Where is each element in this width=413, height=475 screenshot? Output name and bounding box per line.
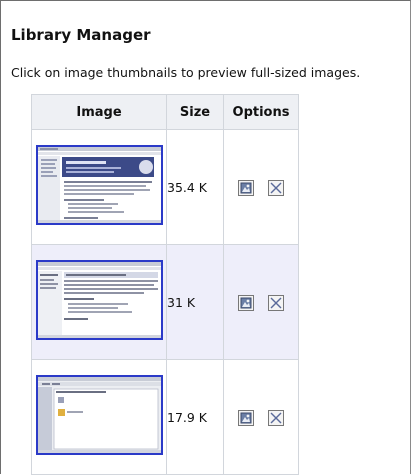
insert-image-icon[interactable] xyxy=(238,410,255,426)
options-cell xyxy=(223,129,299,245)
size-cell: 35.4 K xyxy=(166,129,224,245)
page-title: Library Manager xyxy=(11,26,151,44)
options-cell xyxy=(223,359,299,475)
table-row: 17.9 K xyxy=(31,359,299,475)
options-cell xyxy=(223,244,299,360)
image-thumbnail[interactable] xyxy=(35,145,163,225)
table-header-row: Image Size Options xyxy=(31,94,299,130)
image-thumbnail[interactable] xyxy=(35,375,163,455)
delete-icon[interactable] xyxy=(267,295,284,311)
table-row: 31 K xyxy=(31,244,299,360)
size-cell: 31 K xyxy=(166,244,224,360)
table-row: 35.4 K xyxy=(31,129,299,245)
image-cell xyxy=(31,359,167,475)
instructions-text: Click on image thumbnails to preview ful… xyxy=(11,65,361,80)
delete-icon[interactable] xyxy=(267,180,284,196)
column-header-image: Image xyxy=(31,94,167,130)
column-header-size: Size xyxy=(166,94,224,130)
insert-image-icon[interactable] xyxy=(238,295,255,311)
insert-image-icon[interactable] xyxy=(238,180,255,196)
library-manager-panel: Library Manager Click on image thumbnail… xyxy=(0,0,411,475)
image-cell xyxy=(31,244,167,360)
delete-icon[interactable] xyxy=(267,410,284,426)
column-header-options: Options xyxy=(223,94,299,130)
image-cell xyxy=(31,129,167,245)
image-thumbnail[interactable] xyxy=(35,260,163,340)
size-cell: 17.9 K xyxy=(166,359,224,475)
library-table: Image Size Options 35.4 K 31 K 17.9 K xyxy=(31,94,299,475)
